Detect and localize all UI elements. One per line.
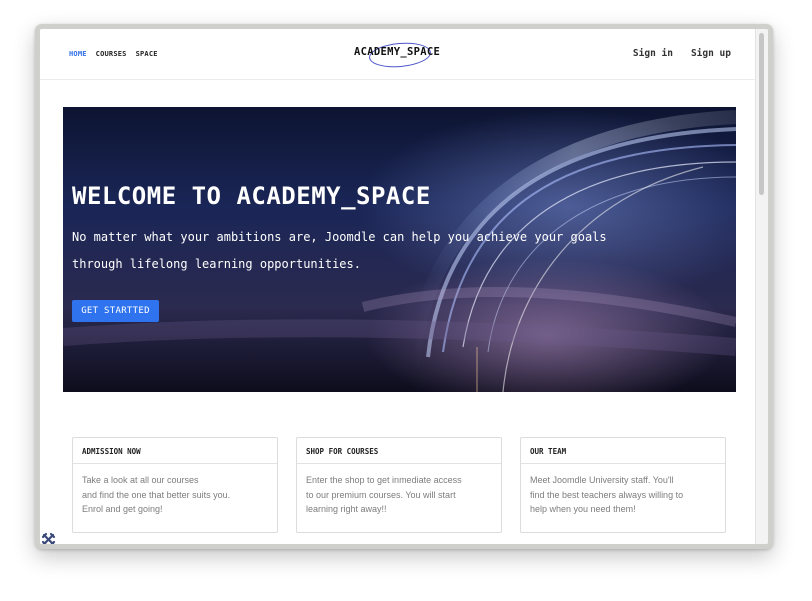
card-text-line: and find the one that better suits you. — [82, 489, 231, 500]
hero-banner: WELCOME TO ACADEMY_SPACE No matter what … — [63, 107, 736, 392]
hero-description: No matter what your ambitions are, Joomd… — [72, 224, 672, 278]
sign-in-link[interactable]: Sign in — [633, 48, 673, 59]
browser-window: HOME COURSES SPACE ACADEMY_SPACE Sign in… — [35, 24, 773, 549]
card-text-line: find the best teachers always willing to — [530, 489, 684, 500]
card-body: Enter the shop to get inmediate access t… — [297, 464, 501, 517]
hero-description-line: No matter what your ambitions are, Joomd… — [72, 230, 607, 244]
nav-space-link[interactable]: SPACE — [136, 50, 158, 58]
card-body: Take a look at all our courses and find … — [73, 464, 277, 517]
card-text-line: Enrol and get going! — [82, 504, 163, 514]
brand-logo[interactable]: ACADEMY_SPACE — [354, 46, 440, 58]
hero-title: WELCOME TO ACADEMY_SPACE — [72, 182, 431, 210]
nav-courses-link[interactable]: COURSES — [96, 50, 127, 58]
scrollbar-thumb[interactable] — [759, 33, 764, 195]
card-text-line: help when you need them! — [530, 504, 636, 514]
joomla-icon[interactable] — [40, 531, 57, 544]
card-title: SHOP FOR COURSES — [297, 438, 501, 464]
main-nav: HOME COURSES SPACE — [69, 50, 158, 58]
card-title: OUR TEAM — [521, 438, 725, 464]
card-text-line: Take a look at all our courses — [82, 475, 199, 485]
card-admission[interactable]: ADMISSION NOW Take a look at all our cou… — [72, 437, 278, 533]
sign-up-link[interactable]: Sign up — [691, 48, 731, 59]
nav-home-link[interactable]: HOME — [69, 50, 87, 58]
card-team[interactable]: OUR TEAM Meet Joomdle University staff. … — [520, 437, 726, 533]
hero-description-line: through lifelong learning opportunities. — [72, 257, 361, 271]
card-title: ADMISSION NOW — [73, 438, 277, 464]
card-text-line: Enter the shop to get inmediate access — [306, 475, 462, 485]
auth-links: Sign in Sign up — [633, 48, 731, 59]
card-body: Meet Joomdle University staff. You'll fi… — [521, 464, 725, 517]
card-text-line: to our premium courses. You will start — [306, 489, 456, 500]
card-text-line: learning right away!! — [306, 504, 387, 514]
vertical-scrollbar[interactable] — [755, 29, 768, 544]
card-shop[interactable]: SHOP FOR COURSES Enter the shop to get i… — [296, 437, 502, 533]
feature-cards: ADMISSION NOW Take a look at all our cou… — [72, 437, 726, 533]
card-text-line: Meet Joomdle University staff. You'll — [530, 475, 674, 485]
page-viewport: HOME COURSES SPACE ACADEMY_SPACE Sign in… — [40, 29, 761, 544]
get-started-button[interactable]: GET STARTTED — [72, 300, 159, 322]
top-navigation-bar: HOME COURSES SPACE ACADEMY_SPACE Sign in… — [40, 29, 761, 80]
